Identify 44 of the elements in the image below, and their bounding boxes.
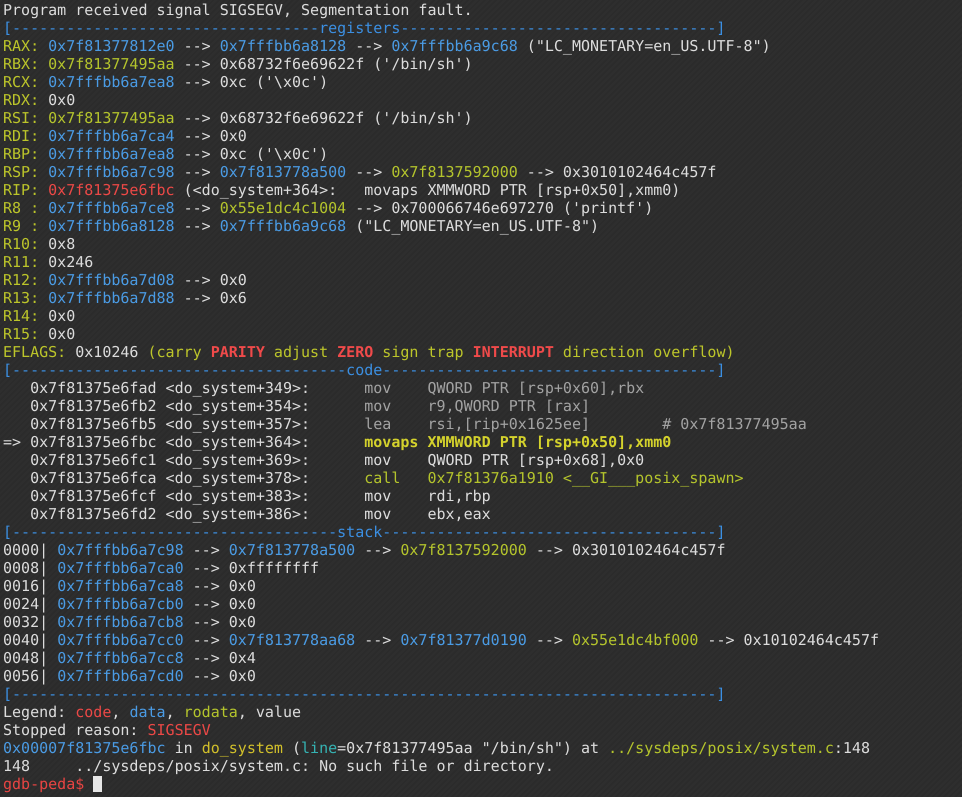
terminal-line: RCX: 0x7fffbb6a7ea8 --> 0xc ('\x0c') xyxy=(3,73,328,91)
terminal-line: R13: 0x7fffbb6a7d88 --> 0x6 xyxy=(3,289,247,307)
terminal-line: 0056| 0x7fffbb6a7cd0 --> 0x0 xyxy=(3,667,256,685)
terminal-line: [----------------------------------registers-----------------------------------] xyxy=(3,19,726,37)
terminal-line: RDI: 0x7fffbb6a7ca4 --> 0x0 xyxy=(3,127,247,145)
terminal-line: 148 ../sysdeps/posix/system.c: No such file or directory. xyxy=(3,757,554,775)
terminal-line: 0000| 0x7fffbb6a7c98 --> 0x7f813778a500 --> 0x7f8137592000 --> 0x3010102464c457f xyxy=(3,541,726,559)
terminal-line: Program received signal SIGSEGV, Segmentation fault. xyxy=(3,1,473,19)
terminal-line: RSP: 0x7fffbb6a7c98 --> 0x7f813778a500 --> 0x7f8137592000 --> 0x3010102464c457f xyxy=(3,163,716,181)
terminal-line: 0016| 0x7fffbb6a7ca8 --> 0x0 xyxy=(3,577,256,595)
terminal-line: RBX: 0x7f81377495aa --> 0x68732f6e69622f ('/bin/sh') xyxy=(3,55,473,73)
terminal-line: RAX: 0x7f81377812e0 --> 0x7fffbb6a8128 --> 0x7fffbb6a9c68 ("LC_MONETARY=en_US.UTF-8") xyxy=(3,37,771,55)
terminal-line: R15: 0x0 xyxy=(3,325,76,343)
terminal-line: 0032| 0x7fffbb6a7cb8 --> 0x0 xyxy=(3,613,256,631)
terminal-line: 0024| 0x7fffbb6a7cb0 --> 0x0 xyxy=(3,595,256,613)
terminal-line: 0x7f81375e6fc1 <do_system+369>: mov QWORD PTR [rsp+0x68],0x0 xyxy=(29,451,644,469)
terminal-line: RSI: 0x7f81377495aa --> 0x68732f6e69622f ('/bin/sh') xyxy=(3,109,473,127)
terminal-line: R8 : 0x7fffbb6a7ce8 --> 0x55e1dc4c1004 --> 0x700066746e697270 ('printf') xyxy=(3,199,654,217)
terminal-line: R12: 0x7fffbb6a7d08 --> 0x0 xyxy=(3,271,247,289)
terminal-line: RIP: 0x7f81375e6fbc (<do_system+364>: movaps XMMWORD PTR [rsp+0x50],xmm0) xyxy=(3,181,680,199)
terminal-line: 0008| 0x7fffbb6a7ca0 --> 0xffffffff xyxy=(3,559,320,577)
terminal-line: [------------------------------------stack-------------------------------------] xyxy=(3,523,726,541)
terminal-line: Stopped reason: SIGSEGV xyxy=(3,721,211,739)
terminal-line: => 0x7f81375e6fbc <do_system+364>: movaps XMMWORD PTR [rsp+0x50],xmm0 xyxy=(3,433,672,451)
terminal-line: Legend: code, data, rodata, value xyxy=(3,703,302,721)
terminal-line: 0x7f81375e6fcf <do_system+383>: mov rdi,rbp xyxy=(29,487,491,505)
terminal-line: R9 : 0x7fffbb6a8128 --> 0x7fffbb6a9c68 ("LC_MONETARY=en_US.UTF-8") xyxy=(3,217,600,235)
terminal-line: EFLAGS: 0x10246 (carry PARITY adjust ZERO sign trap INTERRUPT direction overflow) xyxy=(3,343,735,361)
terminal-line: R10: 0x8 xyxy=(3,235,76,253)
terminal-line: 0x7f81375e6fd2 <do_system+386>: mov ebx,eax xyxy=(29,505,491,523)
terminal-line: 0040| 0x7fffbb6a7cc0 --> 0x7f813778aa68 --> 0x7f81377d0190 --> 0x55e1dc4bf000 --> 0x10102464c457f xyxy=(3,631,880,649)
terminal-line: 0x7f81375e6fad <do_system+349>: mov QWORD PTR [rsp+0x60],rbx xyxy=(29,379,644,397)
terminal-line: 0048| 0x7fffbb6a7cc8 --> 0x4 xyxy=(3,649,256,667)
terminal-line: RBP: 0x7fffbb6a7ea8 --> 0xc ('\x0c') xyxy=(3,145,328,163)
terminal-line: R14: 0x0 xyxy=(3,307,76,325)
terminal-line: 0x7f81375e6fb5 <do_system+357>: lea rsi,[rip+0x1625ee] # 0x7f81377495aa xyxy=(29,415,807,433)
terminal-line: 0x7f81375e6fb2 <do_system+354>: mov r9,QWORD PTR [rax] xyxy=(29,397,590,415)
terminal-line: [-------------------------------------code-------------------------------------] xyxy=(3,361,726,379)
command-prompt: gdb-peda$ xyxy=(3,775,86,793)
terminal-line: R11: 0x246 xyxy=(3,253,94,271)
terminal-line: RDX: 0x0 xyxy=(3,91,76,109)
terminal-line: 0x7f81375e6fca <do_system+378>: call 0x7f81376a1910 <__GI___posix_spawn> xyxy=(29,469,744,487)
terminal-line: 0x00007f81375e6fbc in do_system (line=0x7f81377495aa "/bin/sh") at ../sysdeps/posix/system.c:148 xyxy=(3,739,870,757)
terminal-line: [------------------------------------------------------------------------------] xyxy=(3,685,726,703)
